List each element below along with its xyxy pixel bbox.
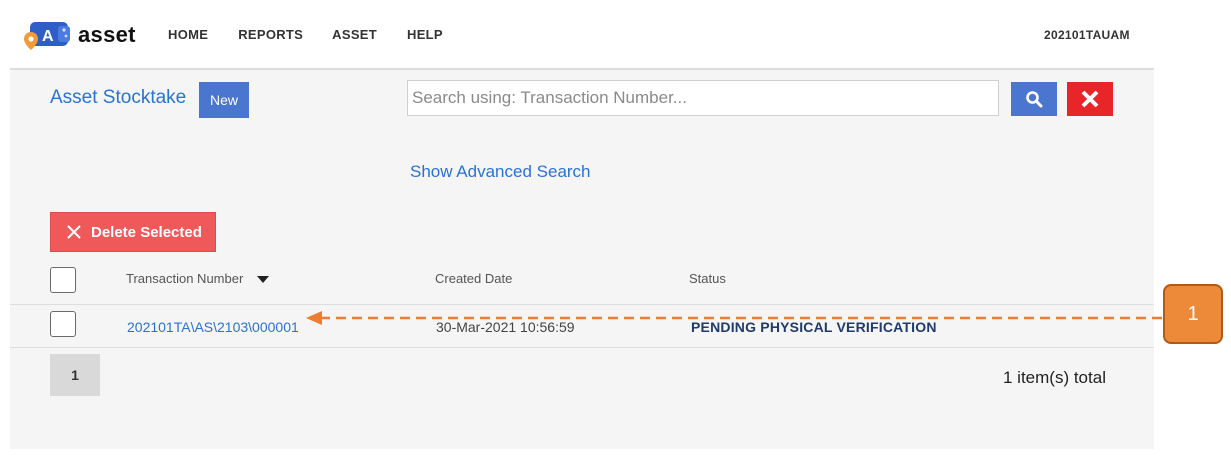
- close-icon: [1081, 90, 1099, 108]
- column-header-transaction-number[interactable]: Transaction Number: [126, 271, 269, 286]
- search-button[interactable]: [1011, 82, 1057, 116]
- app-logo[interactable]: A asset: [22, 20, 136, 50]
- new-stocktake-button[interactable]: New: [199, 82, 249, 118]
- column-header-created-date[interactable]: Created Date: [435, 271, 512, 286]
- user-account-menu[interactable]: 202101TAUAM: [1044, 28, 1130, 42]
- callout-arrow: [306, 311, 1162, 325]
- nav-home[interactable]: HOME: [168, 27, 208, 42]
- row-divider: [10, 347, 1154, 348]
- nav-reports[interactable]: REPORTS: [238, 27, 303, 42]
- app-name: asset: [78, 22, 136, 47]
- delete-selected-button[interactable]: Delete Selected: [50, 212, 216, 252]
- clear-search-button[interactable]: [1067, 82, 1113, 116]
- callout-badge: 1: [1163, 284, 1223, 344]
- transaction-number-link[interactable]: 202101TA\AS\2103\000001: [127, 319, 299, 335]
- page-title[interactable]: Asset Stocktake: [50, 87, 186, 109]
- page-button-current[interactable]: 1: [50, 354, 100, 396]
- logo-mark: A: [22, 20, 74, 50]
- nav-help[interactable]: HELP: [407, 27, 443, 42]
- location-pin-icon: [24, 32, 38, 50]
- show-advanced-search-link[interactable]: Show Advanced Search: [410, 162, 591, 182]
- arrow-head-icon: [306, 311, 322, 325]
- total-items-count: 1 item(s) total: [1003, 368, 1106, 387]
- nav-asset[interactable]: ASSET: [332, 27, 377, 42]
- delete-selected-label: Delete Selected: [91, 223, 202, 241]
- search-input[interactable]: [407, 80, 999, 116]
- row-checkbox[interactable]: [50, 311, 76, 337]
- column-header-label: Transaction Number: [126, 271, 244, 286]
- close-icon: [67, 225, 81, 239]
- stocktake-panel: Asset Stocktake New Show Advanced Search…: [10, 68, 1154, 449]
- svg-text:A: A: [42, 28, 54, 45]
- row-divider: [10, 304, 1154, 305]
- main-nav: HOME REPORTS ASSET HELP: [168, 27, 473, 42]
- top-navigation-bar: A asset HOME REPORTS ASSET HELP 202101TA…: [0, 0, 1231, 68]
- search-icon: [1026, 91, 1043, 108]
- select-all-checkbox[interactable]: [50, 267, 76, 293]
- caret-down-icon[interactable]: [256, 276, 269, 284]
- column-header-status[interactable]: Status: [689, 271, 726, 286]
